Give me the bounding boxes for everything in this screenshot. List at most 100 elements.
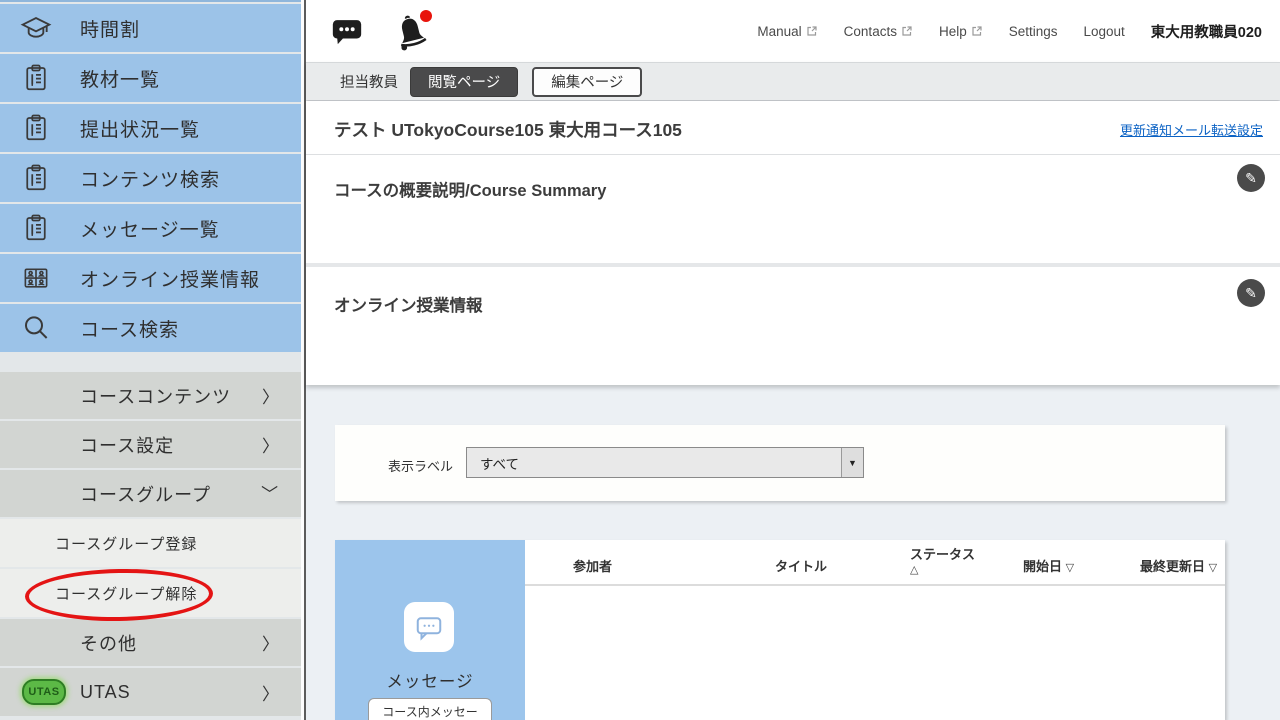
sidebar-item-message-list[interactable]: メッセージ一覧 xyxy=(0,204,301,252)
column-header-title[interactable]: タイトル xyxy=(775,556,827,575)
people-grid-icon xyxy=(18,260,54,296)
sidebar-item-course-group-register[interactable]: コースグループ登録 xyxy=(0,519,301,567)
sidebar-item-label: UTAS xyxy=(80,682,131,703)
manual-link[interactable]: Manual xyxy=(757,24,817,39)
external-link-icon xyxy=(901,25,913,37)
sidebar-item-course-search[interactable]: コース検索 xyxy=(0,304,301,352)
contacts-link-label: Contacts xyxy=(844,24,897,39)
search-icon xyxy=(18,310,54,346)
course-header: テスト UTokyoCourse105 東大用コース105 更新通知メール転送設… xyxy=(306,101,1280,155)
top-nav: Manual Contacts Help xyxy=(757,0,1262,62)
sidebar-item-label: コース検索 xyxy=(80,315,179,342)
sidebar-item-content-search[interactable]: コンテンツ検索 xyxy=(0,154,301,202)
sidebar-item-course-settings[interactable]: コース設定 〉 xyxy=(0,421,301,468)
settings-link[interactable]: Settings xyxy=(1009,24,1058,39)
graduation-cap-icon xyxy=(18,10,54,46)
messages-icon[interactable] xyxy=(330,12,364,48)
main-area: Manual Contacts Help xyxy=(306,0,1280,720)
notification-dot xyxy=(420,10,432,22)
user-name: 東大用教職員020 xyxy=(1151,21,1262,42)
display-label-caption: 表示ラベル xyxy=(388,456,453,475)
status-header-label: ステータス xyxy=(910,547,975,562)
start-date-header-label: 開始日 xyxy=(1023,559,1062,574)
sidebar-item-timetable[interactable]: 時間割 xyxy=(0,4,301,52)
sort-descending-icon[interactable]: ▽ xyxy=(1066,562,1074,574)
sidebar-item-course-group[interactable]: コースグループ 〉 xyxy=(0,470,301,517)
top-bar: Manual Contacts Help xyxy=(306,0,1280,62)
sidebar-item-utas[interactable]: UTAS UTAS 〉 xyxy=(0,668,301,716)
sidebar-item-label: コースコンテンツ xyxy=(80,383,231,409)
sidebar-item-label: 提出状況一覧 xyxy=(80,115,200,142)
edit-summary-button[interactable]: ✎ xyxy=(1237,164,1265,192)
message-bubble-icon xyxy=(404,602,454,652)
chevron-right-icon: 〉 xyxy=(262,383,279,408)
role-label: 担当教員 xyxy=(340,71,398,92)
sidebar-item-label: メッセージ一覧 xyxy=(80,215,220,242)
clipped-red-text: コース内メッセージはありません。 xyxy=(555,716,1195,720)
logout-link[interactable]: Logout xyxy=(1084,24,1125,39)
sidebar-item-label: 時間割 xyxy=(80,15,140,42)
sort-descending-icon[interactable]: ▽ xyxy=(1209,562,1217,574)
sidebar-item-course-group-release[interactable]: コースグループ解除 xyxy=(0,569,301,617)
sidebar-item-materials[interactable]: 教材一覧 xyxy=(0,54,301,102)
chevron-down-icon: 〉 xyxy=(258,485,283,502)
column-header-last-updated[interactable]: 最終更新日 ▽ xyxy=(1140,556,1217,575)
last-updated-header-label: 最終更新日 xyxy=(1140,559,1205,574)
course-message-button[interactable]: コース内メッセー xyxy=(368,698,492,720)
label-filter-select[interactable]: すべて ▼ xyxy=(466,447,864,478)
external-link-icon xyxy=(806,25,818,37)
utas-logo: UTAS xyxy=(22,679,66,705)
sidebar-item-label: その他 xyxy=(80,630,137,656)
tab-edit-page[interactable]: 編集ページ xyxy=(532,67,642,97)
manual-link-label: Manual xyxy=(757,24,801,39)
chevron-right-icon: 〉 xyxy=(262,432,279,457)
tab-bar: 担当教員 閲覧ページ 編集ページ xyxy=(306,62,1280,100)
label-filter-selected-value: すべて xyxy=(467,448,841,477)
chevron-right-icon: 〉 xyxy=(262,680,279,705)
sidebar-item-label: コンテンツ検索 xyxy=(80,165,220,192)
sort-ascending-icon[interactable]: △ xyxy=(910,564,918,576)
help-link[interactable]: Help xyxy=(939,24,983,39)
course-title: テスト UTokyoCourse105 東大用コース105 xyxy=(334,117,682,142)
pencil-icon: ✎ xyxy=(1245,170,1257,187)
course-summary-section: コースの概要説明/Course Summary ✎ xyxy=(306,156,1280,267)
sidebar-item-others[interactable]: その他 〉 xyxy=(0,619,301,666)
notification-forward-link[interactable]: 更新通知メール転送設定 xyxy=(1120,120,1263,139)
sidebar-item-label: コースグループ登録 xyxy=(55,533,197,554)
contacts-link[interactable]: Contacts xyxy=(844,24,913,39)
tab-view-page[interactable]: 閲覧ページ xyxy=(410,67,518,97)
sidebar-item-course-contents[interactable]: コースコンテンツ 〉 xyxy=(0,372,301,419)
sidebar-item-label: コースグループ xyxy=(80,481,211,507)
clipboard-icon xyxy=(18,210,54,246)
sidebar: 時間割 教材一覧 提出状況一覧 xyxy=(0,0,301,720)
logout-link-label: Logout xyxy=(1084,24,1125,39)
column-header-status[interactable]: ステータス △ xyxy=(910,548,975,577)
edit-online-class-button[interactable]: ✎ xyxy=(1237,279,1265,307)
pencil-icon: ✎ xyxy=(1245,285,1257,302)
external-link-icon xyxy=(971,25,983,37)
message-table-header: 参加者 タイトル ステータス △ 開始日 ▽ 最終更新日 ▽ xyxy=(525,540,1225,586)
chevron-right-icon: 〉 xyxy=(262,630,279,655)
online-class-section: オンライン授業情報 ✎ xyxy=(306,271,1280,385)
sidebar-top-strip xyxy=(0,0,301,2)
label-filter-card: 表示ラベル すべて ▼ xyxy=(335,425,1225,501)
sidebar-item-label: 教材一覧 xyxy=(80,65,160,92)
notifications-bell-icon[interactable] xyxy=(392,12,430,52)
clipboard-icon xyxy=(18,110,54,146)
dropdown-arrow-icon[interactable]: ▼ xyxy=(841,448,863,477)
settings-link-label: Settings xyxy=(1009,24,1058,39)
column-header-start-date[interactable]: 開始日 ▽ xyxy=(1023,556,1074,575)
column-header-participants[interactable]: 参加者 xyxy=(573,556,612,575)
course-summary-title: コースの概要説明/Course Summary xyxy=(334,177,606,201)
sidebar-item-submissions[interactable]: 提出状況一覧 xyxy=(0,104,301,152)
sidebar-item-online-class[interactable]: オンライン授業情報 xyxy=(0,254,301,302)
clipboard-icon xyxy=(18,160,54,196)
online-class-title: オンライン授業情報 xyxy=(334,292,483,316)
course-panel: テスト UTokyoCourse105 東大用コース105 更新通知メール転送設… xyxy=(306,101,1280,385)
help-link-label: Help xyxy=(939,24,967,39)
message-category-cell: メッセージ コース内メッセー xyxy=(335,540,525,720)
lms-screen: 時間割 教材一覧 提出状況一覧 xyxy=(0,0,1280,720)
message-table-card: メッセージ コース内メッセー 参加者 タイトル ステータス △ 開始日 ▽ 最終… xyxy=(335,540,1225,720)
sidebar-item-label: オンライン授業情報 xyxy=(80,265,260,292)
clipboard-icon xyxy=(18,60,54,96)
